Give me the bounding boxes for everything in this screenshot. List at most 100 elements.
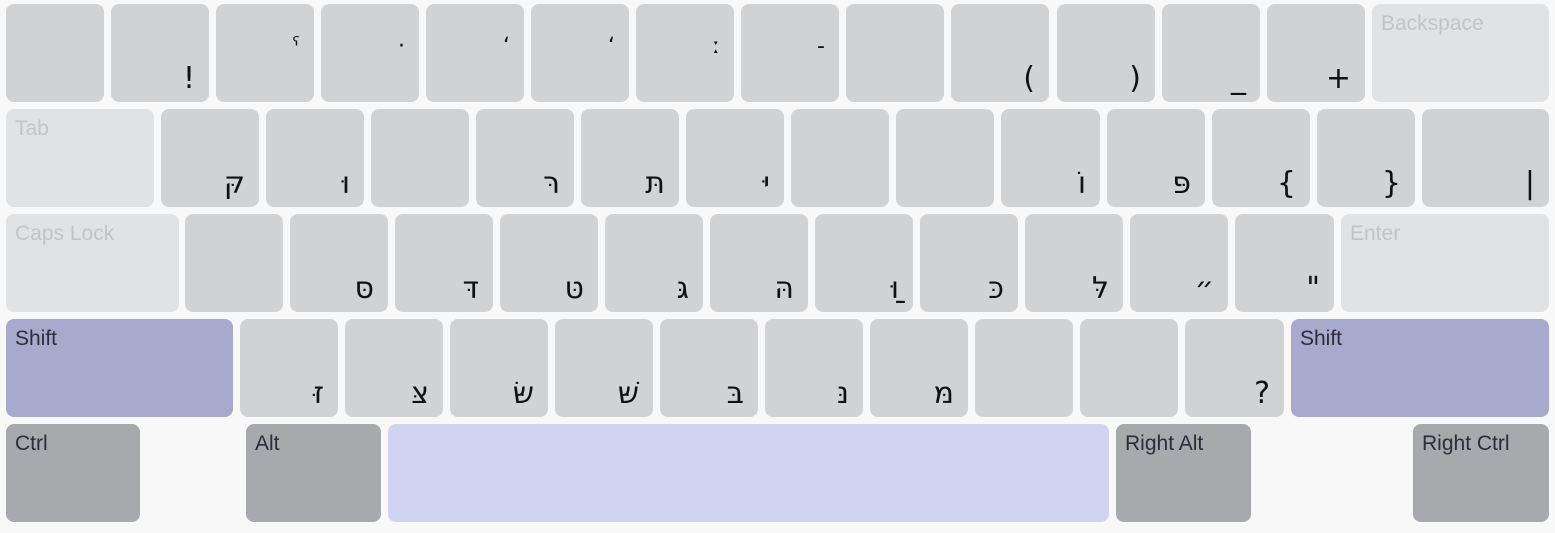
alt-key[interactable]: Alt [246,424,381,522]
key-number-row-8[interactable] [846,4,944,102]
key-character: קּ [223,166,245,201]
key-character: כּ [988,271,1004,306]
key-bottom-row-6[interactable]: נּ [765,319,863,417]
key-top-row-2[interactable]: וּ [266,109,364,207]
key-home-row-5[interactable]: גּ [605,214,703,312]
key-character: יּ [763,166,770,201]
shift-key[interactable]: Shift [1291,319,1549,417]
key-home-row-4[interactable]: טּ [500,214,598,312]
key-character: ʻ [503,34,510,59]
key-character: הּ [774,271,794,306]
key-label: Right Alt [1125,432,1204,455]
key-bottom-row-1[interactable]: זּ [240,319,338,417]
key-character: גּ [676,271,689,306]
key-character: ֹו [1077,166,1086,201]
key-character: ״ [1194,271,1214,306]
key-top-row-10[interactable]: פּ [1107,109,1205,207]
key-home-row-10[interactable]: ״ [1130,214,1228,312]
key-top-row-8[interactable] [896,109,994,207]
key-home-row-1[interactable] [185,214,283,312]
key-character: " [1306,271,1320,306]
key-label: Alt [255,432,280,455]
key-number-row-7[interactable]: - [741,4,839,102]
tab-key[interactable]: Tab [6,109,154,207]
key-label: Tab [15,117,49,140]
key-top-row-12[interactable]: } [1317,109,1415,207]
key-bottom-row-7[interactable]: מּ [870,319,968,417]
key-number-row-10[interactable]: ) [1057,4,1155,102]
key-label: Right Ctrl [1422,432,1510,455]
key-character: תּ [645,166,665,201]
key-label: Caps Lock [15,222,115,245]
key-character: טּ [564,271,584,306]
key-character: צּ [411,376,429,411]
key-top-row-9[interactable]: ֹו [1001,109,1100,207]
key-top-row-13[interactable]: | [1422,109,1549,207]
key-label: Shift [15,327,58,350]
key-character: ˁ [291,34,300,59]
key-bottom-row-2[interactable]: צּ [345,319,443,417]
right-alt-key[interactable]: Right Alt [1116,424,1251,522]
key-number-row-11[interactable]: _ [1162,4,1260,102]
key-top-row-4[interactable]: רּ [476,109,574,207]
key-number-row-1[interactable]: ! [111,4,209,102]
key-home-row-11[interactable]: " [1235,214,1334,312]
key-character: _ [1231,61,1246,96]
shift-key[interactable]: Shift [6,319,233,417]
key-top-row-3[interactable] [371,109,469,207]
key-character: ַוּ [890,271,899,306]
key-character: + [1325,61,1351,96]
key-number-row-4[interactable]: ʻ [426,4,524,102]
key-bottom-row-9[interactable] [1080,319,1178,417]
key-home-row-8[interactable]: כּ [920,214,1018,312]
key-character: | [1524,166,1535,201]
right-ctrl-key[interactable]: Right Ctrl [1413,424,1549,522]
key-home-row-3[interactable]: דּ [395,214,493,312]
key-bottom-row-5[interactable]: בּ [660,319,758,417]
key-number-row-2[interactable]: ˁ [216,4,314,102]
key-number-row-3[interactable]: · [321,4,419,102]
ctrl-key[interactable]: Ctrl [6,424,140,522]
key-label: Backspace [1381,12,1484,35]
key-number-row-12[interactable]: + [1267,4,1365,102]
key-home-row-9[interactable]: לּ [1025,214,1123,312]
key-character: · [398,34,405,59]
key-top-row-7[interactable] [791,109,889,207]
key-character: - [817,34,825,59]
key-bottom-row-4[interactable]: שּׁ [555,319,653,417]
key-character: ( [1023,61,1035,96]
key-character: { [1276,166,1296,201]
key-character: דּ [462,271,479,306]
key-character: ː [712,34,720,59]
key-character: בּ [726,376,744,411]
key-number-row-9[interactable]: ( [951,4,1049,102]
key-character: פּ [1172,166,1191,201]
key-label: Shift [1300,327,1343,350]
key-number-row-5[interactable]: ʻ [531,4,629,102]
key-character: סּ [354,271,374,306]
key-character: נּ [836,376,849,411]
caps-lock-key[interactable]: Caps Lock [6,214,179,312]
key-character: } [1381,166,1401,201]
spacebar[interactable] [388,424,1109,522]
key-character: ? [1254,376,1270,411]
key-number-row-0[interactable] [6,4,104,102]
key-number-row-6[interactable]: ː [636,4,734,102]
backspace-key[interactable]: Backspace [1372,4,1549,102]
key-bottom-row-10[interactable]: ? [1185,319,1284,417]
enter-key[interactable]: Enter [1341,214,1549,312]
key-character: שּׁ [617,376,639,411]
key-home-row-6[interactable]: הּ [710,214,808,312]
key-bottom-row-8[interactable] [975,319,1073,417]
key-character: וּ [341,166,350,201]
key-top-row-6[interactable]: יּ [686,109,784,207]
key-bottom-row-3[interactable]: שּׂ [450,319,548,417]
key-character: ! [182,61,195,96]
key-character: ) [1129,61,1141,96]
key-home-row-7[interactable]: ַוּ [815,214,913,312]
key-home-row-2[interactable]: סּ [290,214,388,312]
key-character: ʻ [608,34,615,59]
key-top-row-1[interactable]: קּ [161,109,259,207]
key-top-row-11[interactable]: { [1212,109,1310,207]
key-top-row-5[interactable]: תּ [581,109,679,207]
